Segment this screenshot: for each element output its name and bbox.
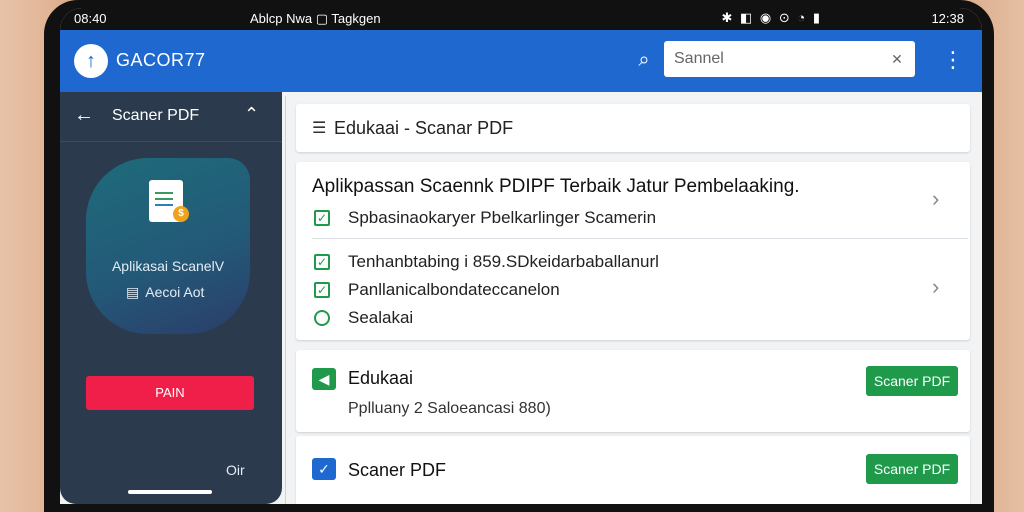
phone-screen: 08:40 Ablcp Nwa ▢ Tagkgen ✱ ◧ ◉ ⊙ ◔ ▮ 12…: [60, 8, 982, 504]
document-icon: ▤: [126, 284, 140, 300]
app-promo-card[interactable]: $ Aplikasai ScanelV ▤ Aecoi Aot: [86, 158, 250, 334]
search-box[interactable]: ✕: [664, 41, 915, 77]
pdf-document-icon: $: [149, 180, 189, 222]
scanner-icon: ✓: [312, 458, 336, 480]
feature-list-card: Aplikpassan Scaennk PDIPF Terbaik Jatur …: [296, 162, 970, 340]
chevron-right-icon[interactable]: ›: [932, 274, 939, 300]
sidebar-pink-button[interactable]: PAIN: [86, 376, 254, 410]
check-icon[interactable]: ✓: [314, 282, 330, 298]
status-clock: 12:38: [931, 11, 964, 26]
promo-card-title: Aplikasai ScanelV: [111, 258, 225, 274]
overflow-menu-icon[interactable]: ⋮: [942, 46, 964, 74]
scaner-card-title: Scaner PDF: [348, 460, 447, 480]
status-notification: Ablcp Nwa ▢ Tagkgen: [250, 11, 381, 26]
promo-card-subtitle-text: Aecoi Aot: [145, 284, 205, 300]
feature-list-title: Aplikpassan Scaennk PDIPF Terbaik Jatur …: [312, 176, 800, 197]
divider: [285, 96, 286, 504]
feature-item: Panllanicalbondateccanelon: [348, 280, 560, 299]
app-bar: ↑ GACOR77 ⌕ ✕ ⋮: [60, 30, 982, 92]
feature-item: Spbasinaokaryer Pbelkarlinger Scamerin: [348, 208, 657, 227]
status-icons: ✱ ◧ ◉ ⊙ ◔ ▮: [721, 10, 822, 25]
search-icon[interactable]: ⌕: [630, 46, 658, 74]
promo-card-subtitle: ▤ Aecoi Aot: [126, 284, 204, 301]
status-bar: 08:40 Ablcp Nwa ▢ Tagkgen ✱ ◧ ◉ ⊙ ◔ ▮ 12…: [60, 8, 982, 30]
back-arrow-icon[interactable]: ←: [74, 104, 94, 127]
scaner-pdf-button[interactable]: Scaner PDF: [866, 366, 958, 396]
check-icon[interactable]: ✓: [314, 254, 330, 270]
sidebar: ← Scaner PDF ⌃ $ Aplikasai ScanelV ▤ Aeco…: [60, 92, 282, 504]
radio-circle-icon[interactable]: [314, 310, 330, 326]
page-header: ☰ Edukaai - Scanar PDF: [296, 104, 970, 152]
scaner-pdf-button[interactable]: Scaner PDF: [866, 454, 958, 484]
list-icon: ☰: [312, 120, 327, 137]
badge-icon: $: [173, 206, 189, 222]
edukasi-card-title: Edukaai: [348, 368, 414, 388]
chevron-right-icon[interactable]: ›: [932, 186, 939, 212]
edukasi-card: ◀ Edukaai Pplluany 2 Saloeancasi 880) Sc…: [296, 350, 970, 432]
divider: [312, 238, 968, 239]
check-icon[interactable]: ✓: [314, 210, 330, 226]
app-brand: GACOR77: [116, 50, 206, 70]
sidebar-footer-label[interactable]: Oir: [226, 462, 245, 478]
sidebar-header: ← Scaner PDF ⌃: [60, 92, 282, 142]
main-content: ☰ Edukaai - Scanar PDF Aplikpassan Scaen…: [282, 92, 982, 504]
status-time: 08:40: [74, 11, 107, 26]
feature-item: Tenhanbtabing i 859.SDkeidarbaballanurl: [348, 252, 659, 271]
chevron-up-icon[interactable]: ⌃: [244, 104, 259, 125]
sidebar-title: Scaner PDF: [112, 107, 200, 124]
app-logo-icon[interactable]: ↑: [74, 44, 108, 78]
clear-icon[interactable]: ✕: [887, 49, 907, 69]
scaner-card: ✓ Scaner PDF Scaner PDF: [296, 436, 970, 504]
home-indicator[interactable]: [128, 490, 212, 494]
feature-item: Sealakai: [348, 308, 414, 327]
video-icon: ◀: [312, 368, 336, 390]
page-title: Edukaai - Scanar PDF: [334, 118, 514, 138]
search-input[interactable]: [674, 47, 864, 71]
edukasi-card-subtitle: Pplluany 2 Saloeancasi 880): [348, 400, 551, 417]
